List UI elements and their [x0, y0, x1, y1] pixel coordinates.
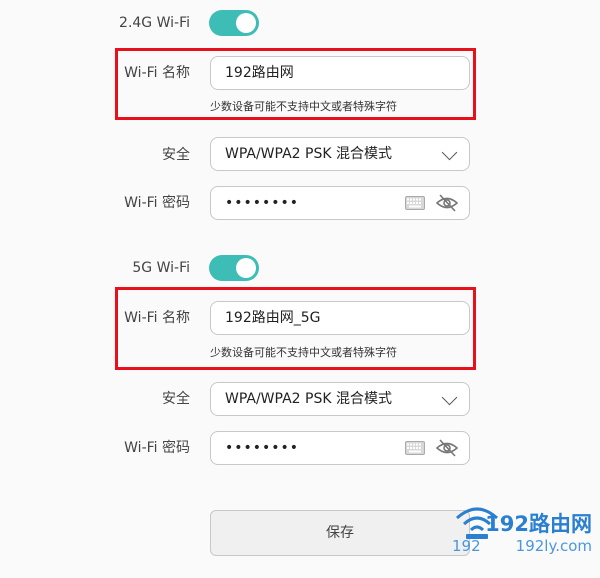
chevron-down-icon	[441, 144, 458, 161]
wifi24-name-value: 192路由网	[225, 65, 294, 81]
wifi24-toggle-label: 2.4G Wi-Fi	[119, 15, 190, 31]
wifi24-password-value: ••••••••	[225, 195, 300, 211]
wifi24-toggle[interactable]	[209, 10, 259, 36]
wifi24-password-input[interactable]: ••••••••	[210, 186, 470, 220]
wifi24-name-hint: 少数设备可能不支持中文或者特殊字符	[210, 100, 397, 113]
eye-hidden-icon[interactable]	[435, 193, 459, 213]
eye-hidden-icon[interactable]	[435, 438, 459, 458]
watermark-site: 192ly.com	[515, 537, 592, 555]
wifi5-security-value: WPA/WPA2 PSK 混合模式	[225, 391, 392, 407]
wifi24-name-input[interactable]: 192路由网	[210, 56, 470, 90]
watermark-site-prefix: 192	[452, 537, 481, 555]
wifi5-password-label: Wi-Fi 密码	[124, 440, 190, 456]
toggle-knob	[236, 258, 256, 278]
wifi24-password-label: Wi-Fi 密码	[124, 195, 190, 211]
wifi5-toggle-label: 5G Wi-Fi	[132, 260, 190, 276]
wifi5-name-value: 192路由网_5G	[225, 310, 321, 326]
chevron-down-icon	[441, 389, 458, 406]
wifi24-security-label: 安全	[162, 147, 190, 163]
wifi5-password-input[interactable]: ••••••••	[210, 431, 470, 465]
wifi24-name-label: Wi-Fi 名称	[124, 65, 190, 81]
keyboard-icon[interactable]	[405, 441, 425, 455]
wifi5-name-hint: 少数设备可能不支持中文或者特殊字符	[210, 346, 397, 359]
wifi5-security-select[interactable]: WPA/WPA2 PSK 混合模式	[210, 382, 470, 416]
watermark-brand: 192路由网	[485, 512, 592, 536]
wifi24-security-value: WPA/WPA2 PSK 混合模式	[225, 146, 392, 162]
toggle-knob	[236, 13, 256, 33]
wifi5-toggle[interactable]	[209, 255, 259, 281]
wifi5-security-label: 安全	[162, 391, 190, 407]
wifi5-name-label: Wi-Fi 名称	[124, 310, 190, 326]
wifi5-password-value: ••••••••	[225, 440, 300, 456]
save-button[interactable]: 保存	[210, 510, 470, 556]
keyboard-icon[interactable]	[405, 196, 425, 210]
wifi24-security-select[interactable]: WPA/WPA2 PSK 混合模式	[210, 137, 470, 171]
wifi5-name-input[interactable]: 192路由网_5G	[210, 301, 470, 335]
